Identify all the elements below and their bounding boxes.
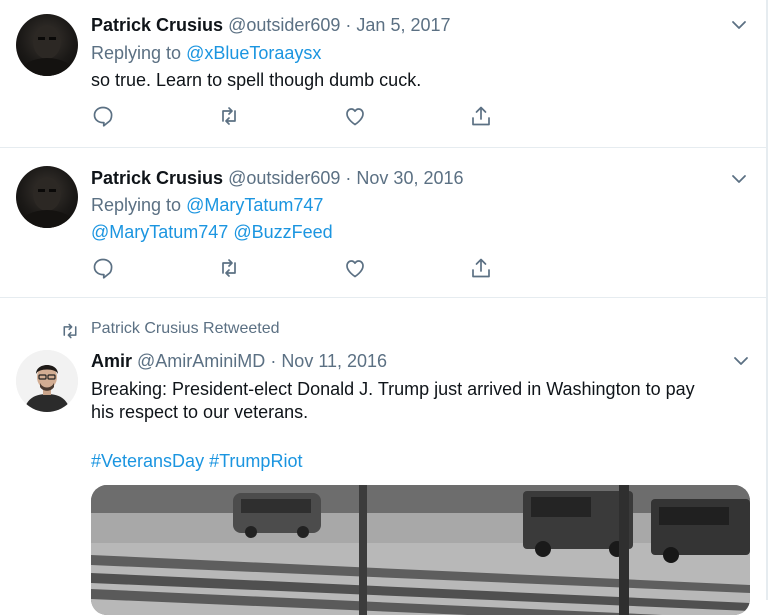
author-handle[interactable]: @outsider609 xyxy=(228,168,340,188)
tweet[interactable]: Patrick Crusius @outsider609 · Nov 30, 2… xyxy=(0,148,766,298)
reply-icon[interactable] xyxy=(91,104,115,128)
tweet-date[interactable]: Nov 30, 2016 xyxy=(356,168,463,188)
retweet-icon[interactable] xyxy=(217,256,241,280)
share-icon[interactable] xyxy=(469,104,493,128)
tweet-header: Patrick Crusius @outsider609 · Nov 30, 2… xyxy=(91,167,464,189)
tweet-date[interactable]: Nov 11, 2016 xyxy=(281,351,387,371)
replying-to-label: Replying to xyxy=(91,195,187,215)
retweeted-by-label: Patrick Crusius Retweeted xyxy=(91,320,280,337)
like-icon[interactable] xyxy=(343,256,367,280)
tweet-header: Patrick Crusius @outsider609 · Jan 5, 20… xyxy=(91,14,451,36)
separator: · xyxy=(340,168,357,188)
mention-link[interactable]: @MaryTatum747 xyxy=(91,222,228,242)
tweet-text-line: his respect to our veterans. xyxy=(91,402,309,422)
tweet-actions xyxy=(91,256,511,280)
chevron-down-icon[interactable] xyxy=(730,16,748,34)
reply-icon[interactable] xyxy=(91,256,115,280)
reply-context: Replying to @xBlueToraaysx xyxy=(91,40,321,66)
reply-mention-link[interactable]: @xBlueToraaysx xyxy=(186,43,321,63)
hashtag-link[interactable]: #TrumpRiot xyxy=(209,451,302,471)
separator: · xyxy=(340,15,357,35)
tweet-date[interactable]: Jan 5, 2017 xyxy=(356,15,450,35)
retweet-icon xyxy=(63,323,77,339)
hashtag-link[interactable]: #VeteransDay xyxy=(91,451,204,471)
separator: · xyxy=(265,351,282,371)
author-handle[interactable]: @AmirAminiMD xyxy=(137,351,265,371)
replying-to-label: Replying to xyxy=(91,43,187,63)
avatar[interactable] xyxy=(16,350,78,412)
tweet-header: Amir @AmirAminiMD · Nov 11, 2016 xyxy=(91,350,387,372)
reply-mention-link[interactable]: @MaryTatum747 xyxy=(186,195,323,215)
hashtags: #VeteransDay #TrumpRiot xyxy=(91,448,302,474)
mention-link[interactable]: @BuzzFeed xyxy=(233,222,332,242)
tweet-text: @MaryTatum747 @BuzzFeed xyxy=(91,219,333,245)
avatar-image xyxy=(21,25,73,76)
tweet[interactable]: Patrick Crusius @outsider609 · Jan 5, 20… xyxy=(0,0,766,148)
tweet-text: so true. Learn to spell though dumb cuck… xyxy=(91,70,422,90)
avatar[interactable] xyxy=(16,14,78,76)
chevron-down-icon[interactable] xyxy=(730,170,748,188)
chevron-down-icon[interactable] xyxy=(732,352,750,370)
author-name[interactable]: Patrick Crusius xyxy=(91,15,223,35)
tweet-actions xyxy=(91,104,511,128)
avatar[interactable] xyxy=(16,166,78,228)
retweet-icon[interactable] xyxy=(217,104,241,128)
avatar-image xyxy=(16,350,78,412)
author-name[interactable]: Patrick Crusius xyxy=(91,168,223,188)
author-name[interactable]: Amir xyxy=(91,351,132,371)
like-icon[interactable] xyxy=(343,104,367,128)
author-handle[interactable]: @outsider609 xyxy=(228,15,340,35)
avatar-image xyxy=(21,177,73,228)
tweet-media[interactable] xyxy=(91,485,750,615)
video-thumbnail xyxy=(91,485,750,615)
share-icon[interactable] xyxy=(469,256,493,280)
reply-context: Replying to @MaryTatum747 xyxy=(91,192,323,218)
